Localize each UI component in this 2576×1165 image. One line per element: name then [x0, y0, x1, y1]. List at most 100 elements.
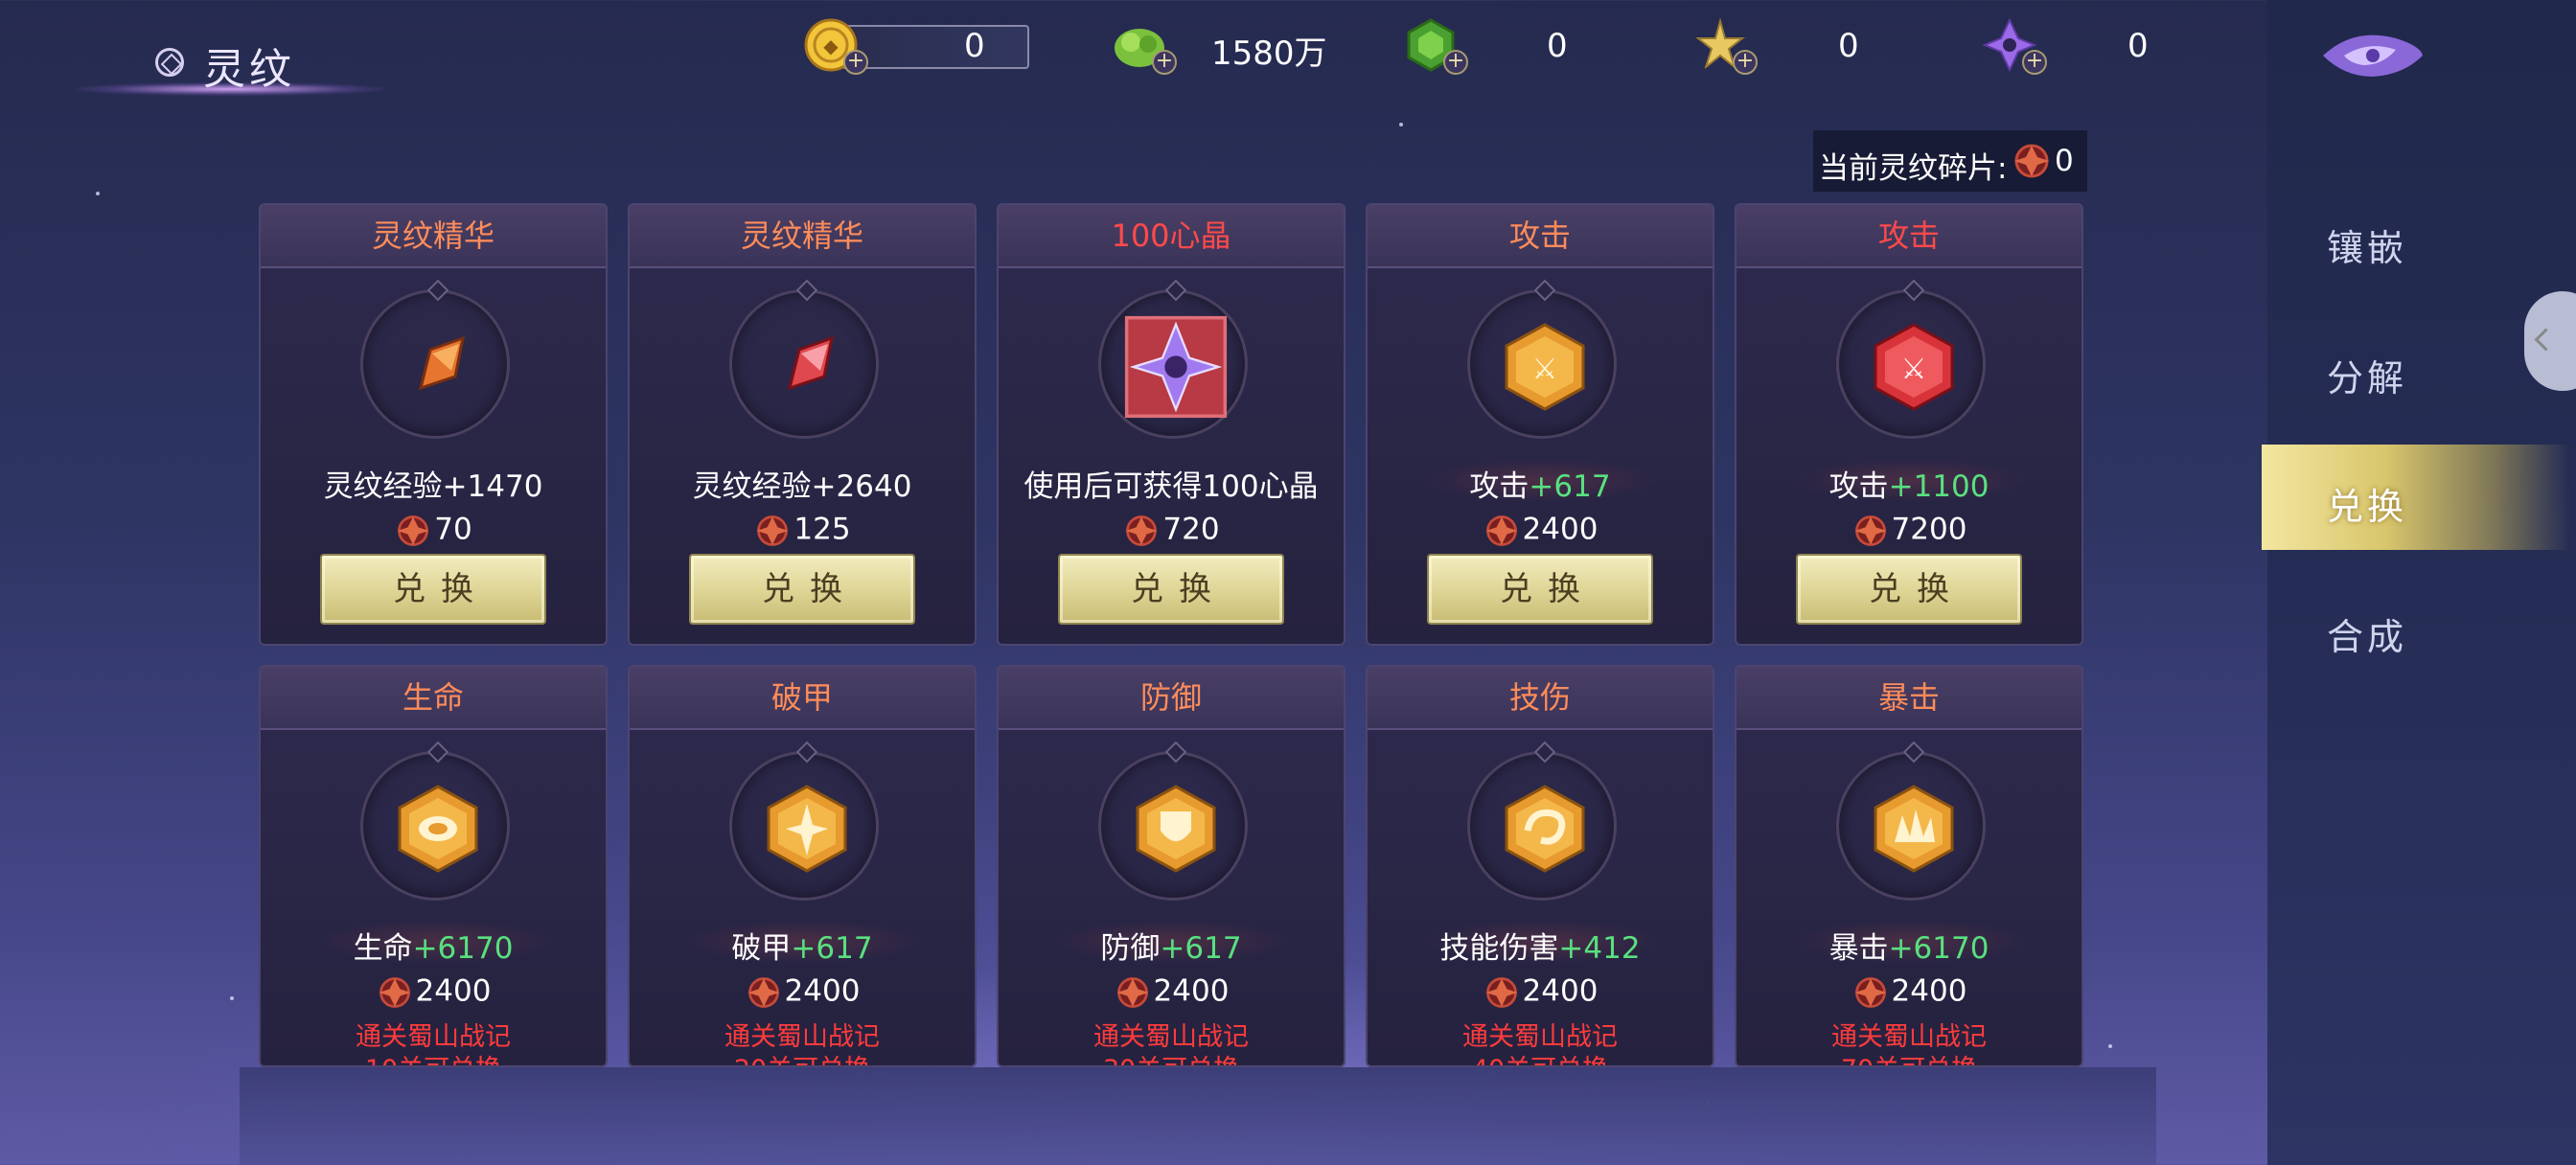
critical-rune-icon	[1874, 785, 1954, 873]
add-gold-button[interactable]: +	[843, 50, 868, 75]
side-menu-label: 合成	[2327, 616, 2408, 658]
requirement-line-1: 通关蜀山战记	[724, 1022, 880, 1052]
card-title: 防御	[1139, 679, 1202, 716]
card-header: 技伤	[1368, 667, 1713, 730]
side-menu-label: 兑换	[2327, 486, 2408, 528]
requirement-line-1: 通关蜀山战记	[356, 1022, 511, 1052]
item-frame	[1098, 751, 1248, 901]
green-gem-value: 0	[1547, 27, 1568, 65]
requirement-line-2: 40关可兑换	[1368, 1054, 1713, 1065]
add-jade-button[interactable]: +	[1152, 50, 1177, 75]
star	[230, 996, 234, 1000]
stat-text: 攻击	[1469, 469, 1530, 504]
cost-value: 2400	[784, 973, 861, 1009]
add-green-gem-button[interactable]: +	[1443, 50, 1468, 75]
side-menu-item-exchange[interactable]: 兑换	[2262, 445, 2570, 550]
unlock-requirement: 通关蜀山战记 40关可兑换	[1368, 1021, 1713, 1065]
exchange-card: 暴击 暴击+6170 2400 通关蜀山战记70关可兑换	[1735, 665, 2083, 1067]
svg-text:⚔: ⚔	[1532, 353, 1558, 386]
page-title: 灵纹	[77, 31, 383, 98]
exchange-button[interactable]: 兑换	[1427, 554, 1653, 625]
cost-value: 2400	[1522, 973, 1598, 1009]
life-rune-icon	[398, 785, 478, 873]
item-frame	[729, 751, 879, 901]
exchange-button[interactable]: 兑换	[689, 554, 915, 625]
card-header: 攻击	[1736, 205, 2082, 268]
rune-fragment-icon	[1116, 977, 1148, 1008]
orange-essence-icon	[418, 335, 465, 391]
add-star-shard-button[interactable]: +	[1733, 50, 1758, 75]
stat-text: 灵纹经验+1470	[323, 469, 543, 504]
star-shard-value: 0	[1838, 27, 1859, 65]
cost-value: 2400	[415, 973, 492, 1009]
gold-value: 0	[964, 27, 985, 65]
collapse-panel-handle[interactable]	[2524, 291, 2576, 391]
card-stat: 灵纹经验+2640	[630, 462, 975, 505]
exchange-card: 100心晶 使用后可获得100心晶 720 兑换	[997, 203, 1346, 646]
card-header: 暴击	[1736, 667, 2082, 730]
stat-bonus: +617	[1160, 931, 1242, 966]
svg-text:◆: ◆	[823, 34, 839, 57]
card-cost: 2400	[261, 973, 606, 1012]
exchange-card: 破甲 破甲+617 2400 通关蜀山战记20关可兑换	[628, 665, 977, 1067]
exchange-card: 灵纹精华 灵纹经验+2640 125 兑换	[628, 203, 977, 646]
unlock-requirement: 通关蜀山战记 10关可兑换	[261, 1021, 606, 1065]
item-frame: ⚔	[1836, 289, 1986, 439]
stat-text: 生命	[353, 931, 413, 966]
defense-rune-icon	[1136, 785, 1216, 873]
stat-text: 灵纹经验+2640	[692, 469, 912, 504]
currency-purple-crystal: + 0	[1982, 13, 2174, 80]
rune-fragment-icon	[1854, 515, 1886, 546]
add-purple-crystal-button[interactable]: +	[2022, 50, 2047, 75]
exchange-card: 灵纹精华 灵纹经验+1470 70 兑换	[259, 203, 608, 646]
exchange-card: 技伤 技能伤害+412 2400 通关蜀山战记 40关可兑换	[1366, 665, 1714, 1067]
item-frame	[1836, 751, 1986, 901]
requirement-line-2: 30关可兑换	[999, 1054, 1344, 1065]
armor-break-rune-icon	[767, 785, 847, 873]
red-attack-rune-icon: ⚔	[1874, 323, 1954, 411]
stat-bonus: +617	[791, 931, 873, 966]
stat-text: 暴击	[1828, 931, 1889, 966]
stat-bonus: +1100	[1888, 469, 1990, 504]
gold-bar	[841, 25, 1029, 69]
side-menu-item-compose[interactable]: 合成	[2267, 575, 2576, 680]
cost-value: 7200	[1891, 512, 1967, 547]
star	[2108, 1044, 2112, 1048]
card-cost: 720	[999, 512, 1344, 550]
exchange-button[interactable]: 兑换	[1058, 554, 1284, 625]
page-title-text: 灵纹	[203, 45, 295, 94]
card-title: 100心晶	[1111, 217, 1231, 254]
side-menu: 镶嵌 分解 兑换 合成	[2262, 0, 2576, 1165]
card-title: 攻击	[1508, 217, 1571, 254]
side-menu-label: 分解	[2327, 357, 2408, 400]
card-stat: 攻击+617	[1368, 462, 1713, 505]
fragment-label: 当前灵纹碎片:	[1819, 151, 2008, 186]
side-menu-item-inlay[interactable]: 镶嵌	[2267, 186, 2576, 291]
exchange-button[interactable]: 兑换	[1796, 554, 2022, 625]
stat-text: 破甲	[731, 931, 792, 966]
heart-crystal-icon	[1124, 315, 1228, 419]
cost-value: 720	[1162, 512, 1220, 547]
exchange-card: 攻击 ⚔ 攻击+617 2400 兑换	[1366, 203, 1714, 646]
card-title: 攻击	[1877, 217, 1940, 254]
card-header: 生命	[261, 667, 606, 730]
card-title: 技伤	[1508, 679, 1571, 716]
requirement-line-1: 通关蜀山战记	[1831, 1022, 1987, 1052]
card-stat: 防御+617	[999, 924, 1344, 967]
purple-crystal-value: 0	[2128, 27, 2149, 65]
card-title: 灵纹精华	[371, 217, 494, 254]
card-stat: 暴击+6170	[1736, 924, 2082, 967]
stat-bonus: +6170	[412, 931, 514, 966]
requirement-line-1: 通关蜀山战记	[1093, 1022, 1249, 1052]
card-header: 100心晶	[999, 205, 1344, 268]
cloud-eye-icon	[2323, 34, 2423, 77]
rune-emblem-icon	[155, 48, 184, 77]
stat-bonus: +617	[1529, 469, 1611, 504]
card-header: 灵纹精华	[261, 205, 606, 268]
card-cost: 2400	[1368, 512, 1713, 550]
requirement-line-2: 10关可兑换	[261, 1054, 606, 1065]
exchange-button[interactable]: 兑换	[320, 554, 546, 625]
cost-value: 70	[434, 512, 472, 547]
card-cost: 70	[261, 512, 606, 550]
card-header: 破甲	[630, 667, 975, 730]
